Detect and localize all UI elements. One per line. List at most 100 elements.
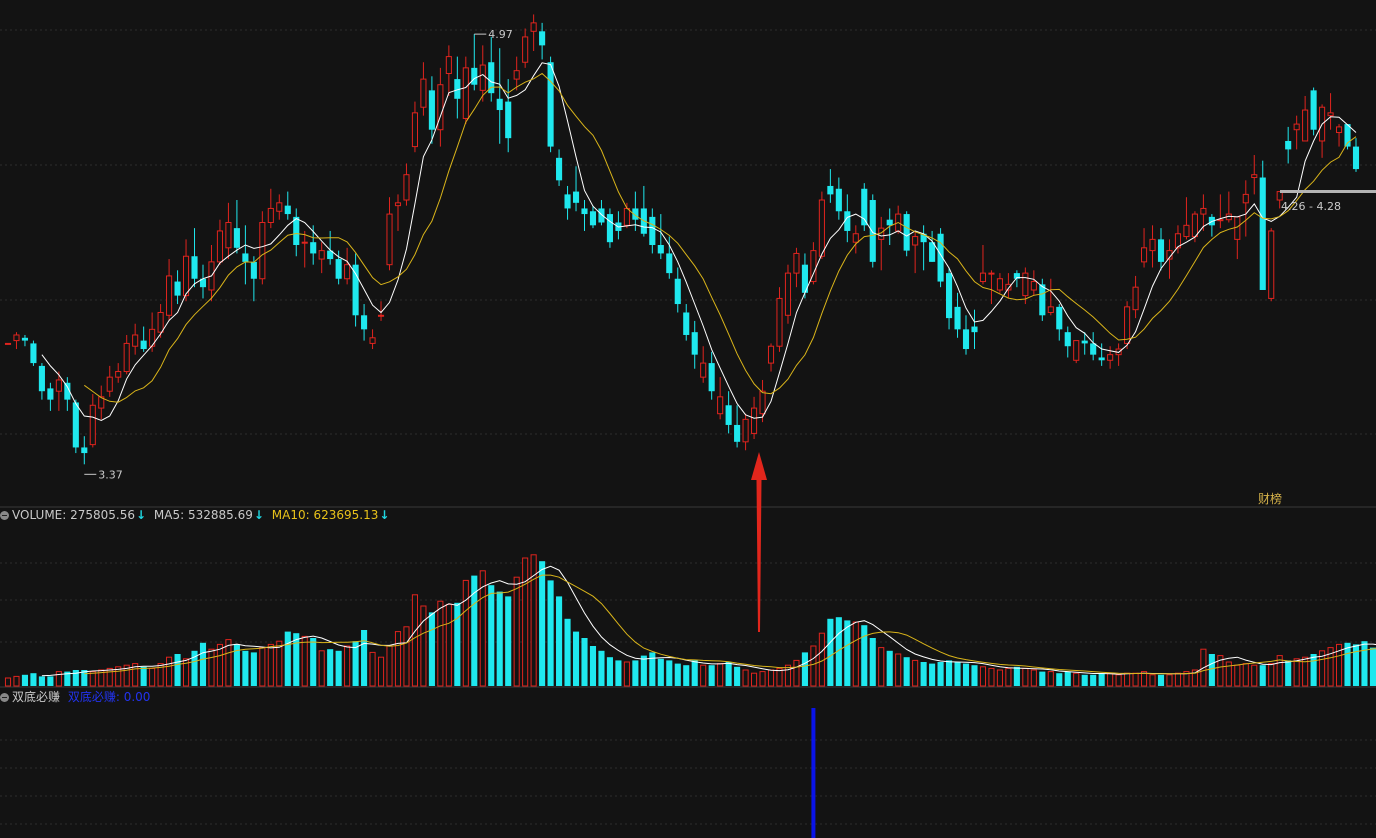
candle: [1327, 93, 1334, 130]
candle: [140, 326, 147, 352]
candle-body: [649, 216, 656, 245]
candle-body: [734, 424, 741, 442]
volume-bar: [869, 638, 876, 686]
volume-bar: [784, 664, 792, 687]
candle: [199, 264, 207, 299]
candle-body: [793, 252, 800, 274]
candle-body: [1217, 219, 1224, 222]
candle: [522, 28, 529, 68]
candle: [988, 270, 995, 305]
volume-bar: [522, 557, 529, 687]
candle: [539, 22, 546, 60]
candle: [852, 225, 859, 254]
candle-body: [988, 272, 995, 275]
volume-bar: [1251, 664, 1258, 687]
candle: [471, 34, 478, 91]
volume-bar: [912, 659, 919, 687]
candle-body: [522, 36, 529, 63]
candle: [394, 194, 402, 231]
candle-body: [547, 62, 554, 147]
volume-value: 275805.56: [70, 508, 136, 522]
candle: [225, 202, 232, 260]
candle-body: [225, 222, 232, 249]
candle: [1268, 228, 1275, 302]
volume-bar: [751, 672, 758, 687]
candle: [81, 436, 88, 465]
candle: [1132, 275, 1139, 319]
candle-body: [344, 264, 351, 280]
candle-body: [377, 314, 385, 317]
candle-body: [556, 157, 563, 181]
volume-bar: [827, 618, 834, 686]
candle-body: [1310, 90, 1317, 130]
candle: [191, 228, 198, 288]
volume-bar: [793, 659, 800, 687]
candle-body: [174, 281, 181, 296]
candle-body: [666, 253, 673, 274]
badge-label: 财榜: [1258, 491, 1282, 506]
candle: [1225, 191, 1232, 223]
settings-icon[interactable]: [0, 511, 9, 520]
volume-bar: [216, 643, 224, 687]
candle: [157, 304, 164, 338]
settings-icon[interactable]: [0, 693, 9, 702]
candle: [1285, 126, 1292, 164]
candle-body: [657, 245, 664, 254]
candle-body: [361, 315, 368, 330]
candle: [462, 56, 469, 125]
candle: [132, 323, 139, 355]
candle: [649, 208, 656, 254]
candle: [115, 363, 122, 383]
candle: [437, 67, 444, 147]
candlestick-series: [4, 14, 1360, 465]
candle-body: [123, 342, 130, 373]
candle-body: [496, 98, 503, 111]
volume-bar: [810, 645, 817, 687]
candle: [725, 391, 732, 434]
candle-body: [1022, 272, 1029, 297]
candle-body: [216, 230, 224, 263]
candle: [361, 304, 368, 341]
candle: [505, 79, 512, 153]
volume-bar: [437, 600, 444, 687]
candle: [929, 230, 936, 262]
candle: [700, 346, 707, 383]
candle: [174, 270, 181, 305]
candle: [89, 394, 96, 448]
volume-bar: [717, 663, 724, 687]
volume-bar: [403, 626, 410, 687]
candle-body: [623, 207, 630, 226]
volume-bar: [1268, 663, 1275, 687]
candle: [869, 194, 876, 268]
candle-body: [166, 275, 173, 316]
volume-bar: [1208, 654, 1215, 686]
volume-bar: [1005, 667, 1012, 687]
candle: [250, 256, 257, 302]
volume-bar: [929, 663, 936, 686]
volume-bar: [1174, 672, 1182, 687]
volume-bar: [606, 657, 613, 686]
candle-body: [318, 250, 325, 260]
candle-body: [742, 418, 749, 443]
candle-body: [1191, 213, 1198, 238]
candle: [72, 399, 79, 454]
volume-bar: [988, 667, 995, 687]
range-marker: [1280, 190, 1376, 193]
high-price-label: 4.97: [488, 28, 513, 41]
candle-body: [598, 208, 605, 223]
volume-bar: [55, 671, 62, 687]
candle: [1157, 228, 1165, 271]
volume-bar: [734, 666, 741, 686]
volume-bar: [505, 596, 512, 686]
volume-bar: [954, 662, 961, 686]
volume-bar: [454, 602, 461, 686]
candle: [581, 200, 588, 231]
candle-body: [971, 326, 978, 333]
stock-chart: 4.97 3.37 4.26 - 4.28 财榜: [0, 14, 1376, 838]
down-arrow-icon: ↓: [379, 508, 390, 522]
candle: [564, 185, 571, 220]
candle-body: [539, 31, 546, 46]
candle: [717, 377, 724, 420]
ma10-line: [84, 72, 1357, 403]
candle: [106, 365, 113, 397]
